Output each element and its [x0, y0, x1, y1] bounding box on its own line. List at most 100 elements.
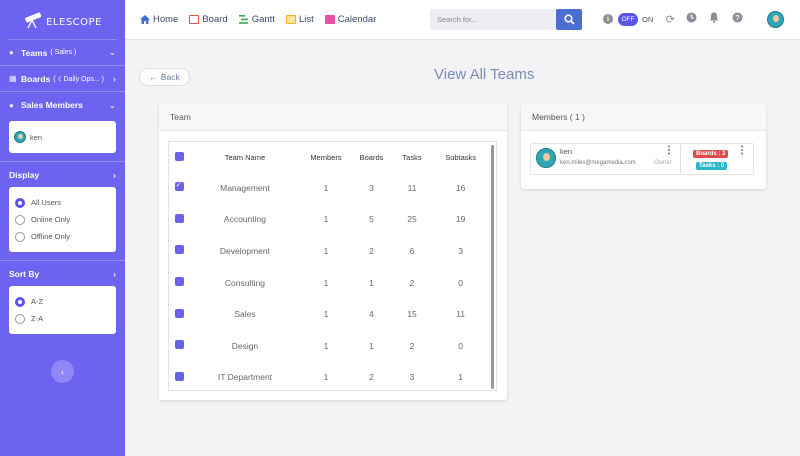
sort-title: Sort By [9, 268, 40, 279]
collapse-sidebar-button[interactable]: ‹ [51, 360, 74, 383]
avatar [536, 148, 556, 168]
team-table: Team Name Members Boards Tasks Subtasks … [169, 142, 489, 390]
sort-options: A-Z Z-A [9, 286, 116, 334]
chevron-right-icon: › [113, 73, 116, 84]
back-button[interactable]: ← Back [139, 68, 190, 86]
select-all-checkbox[interactable] [174, 151, 184, 161]
radio-icon [15, 313, 25, 324]
team-tasks: 2 [409, 277, 415, 288]
table-row[interactable]: Consulting 1 1 2 0 [169, 267, 489, 299]
clock-icon[interactable] [685, 12, 697, 26]
top-bar: Home Board Gantt List Calendar Search fo… [125, 0, 800, 40]
sidebar-boards-row[interactable]: ▦ Boards ( ☇ Daily Ops... ) › [0, 66, 125, 92]
search-input[interactable]: Search for... [430, 9, 556, 30]
table-row[interactable]: Design 1 1 2 0 [169, 330, 489, 362]
team-tasks: 6 [409, 245, 415, 256]
team-tasks: 11 [407, 182, 417, 193]
divider [680, 145, 681, 173]
col-subtasks[interactable]: Subtasks [432, 142, 489, 172]
sidebar-teams-row[interactable]: ● Teams ( Sales ) ⌄ [0, 40, 125, 66]
arrow-left-icon: ← [149, 72, 158, 82]
team-subtasks: 3 [458, 245, 463, 256]
radio-icon [15, 214, 25, 225]
row-checkbox[interactable] [174, 213, 184, 223]
team-boards: 3 [369, 182, 374, 193]
list-icon [285, 15, 296, 24]
sidebar-members-row[interactable]: ● Sales Members ⌄ [0, 92, 125, 118]
refresh-icon[interactable]: ⟳ [664, 13, 676, 26]
radio-offline-only[interactable]: Offline Only [15, 228, 110, 245]
table-row[interactable]: IT Department 1 2 3 1 [169, 362, 489, 390]
gantt-icon [238, 15, 248, 24]
radio-label: Offline Only [31, 232, 71, 241]
team-name: Design [231, 340, 259, 351]
boards-label: Boards [21, 73, 51, 84]
sort-section-title[interactable]: Sort By › [0, 260, 125, 286]
table-row[interactable]: Management 1 3 11 16 [169, 172, 489, 204]
nav-label: Calendar [337, 14, 377, 25]
boards-count-badge: Boards : 3 [693, 150, 729, 158]
online-toggle[interactable]: OFF [618, 12, 638, 26]
board-icon: ▦ [9, 74, 17, 83]
display-section-title[interactable]: Display › [0, 161, 125, 187]
table-row[interactable]: Accounting 1 5 25 19 [169, 204, 489, 236]
chevron-right-icon: › [113, 268, 116, 279]
radio-sort-az[interactable]: A-Z [15, 293, 110, 310]
radio-icon [15, 231, 25, 242]
nav-home[interactable]: Home [140, 14, 178, 25]
radio-online-only[interactable]: Online Only [15, 211, 110, 228]
team-subtasks: 1 [458, 372, 463, 383]
nav-list[interactable]: List [285, 14, 314, 25]
nav-calendar[interactable]: Calendar [324, 14, 377, 25]
top-nav: Home Board Gantt List Calendar [140, 14, 387, 25]
team-members: 1 [323, 372, 329, 383]
radio-sort-za[interactable]: Z-A [15, 310, 110, 327]
row-checkbox[interactable] [174, 277, 184, 287]
radio-all-users[interactable]: All Users [15, 194, 110, 211]
back-label: Back [160, 72, 180, 82]
nav-gantt[interactable]: Gantt [238, 14, 275, 25]
row-checkbox[interactable] [174, 340, 184, 350]
more-vertical-icon[interactable]: ⋮ [664, 146, 674, 156]
row-checkbox[interactable] [174, 308, 184, 318]
member-item[interactable]: ken ken.miles@megamedia.com ⋮ Owner Boar… [530, 143, 754, 175]
member-name: ken [30, 132, 43, 142]
col-team-name[interactable]: Team Name [189, 142, 300, 172]
team-table-container: Team Name Members Boards Tasks Subtasks … [168, 141, 497, 391]
app-logo[interactable]: ELESCOPE [8, 0, 117, 40]
members-card: Members ( 1 ) ken ken.miles@megamedia.co… [521, 103, 766, 189]
col-tasks[interactable]: Tasks [392, 142, 433, 172]
more-vertical-icon[interactable]: ⋮ [737, 146, 747, 156]
nav-label: Gantt [251, 14, 275, 25]
nav-board[interactable]: Board [189, 14, 228, 25]
sidebar-member-item[interactable]: ken [9, 121, 116, 153]
team-boards: 1 [369, 277, 374, 288]
row-checkbox[interactable] [174, 181, 184, 192]
col-members[interactable]: Members [301, 142, 352, 172]
table-row[interactable]: Sales 1 4 15 11 [169, 298, 489, 330]
row-checkbox[interactable] [174, 245, 184, 255]
team-name: Sales [234, 309, 256, 320]
bell-icon[interactable] [708, 12, 720, 26]
nav-label: Board [202, 14, 228, 25]
table-scrollbar[interactable] [491, 145, 494, 389]
team-icon: ● [9, 48, 14, 57]
row-checkbox[interactable] [174, 371, 184, 381]
team-tasks: 15 [407, 309, 417, 320]
user-avatar[interactable] [767, 11, 784, 28]
col-boards[interactable]: Boards [351, 142, 392, 172]
help-icon[interactable]: ? [731, 12, 743, 26]
nav-label: List [298, 14, 314, 25]
search-button[interactable] [556, 9, 582, 30]
team-members: 1 [323, 340, 329, 351]
info-icon[interactable]: i [603, 14, 613, 24]
team-name: IT Department [217, 372, 273, 383]
team-name: Accounting [223, 214, 266, 225]
table-row[interactable]: Development 1 2 6 3 [169, 235, 489, 267]
toolbar: i OFF ON ⟳ ? [603, 12, 743, 26]
nav-label: Home [153, 14, 179, 25]
member-name: ken [560, 147, 573, 156]
team-name: Development [219, 245, 270, 256]
team-subtasks: 0 [458, 277, 463, 288]
tasks-count-badge: Tasks : 0 [696, 162, 728, 170]
